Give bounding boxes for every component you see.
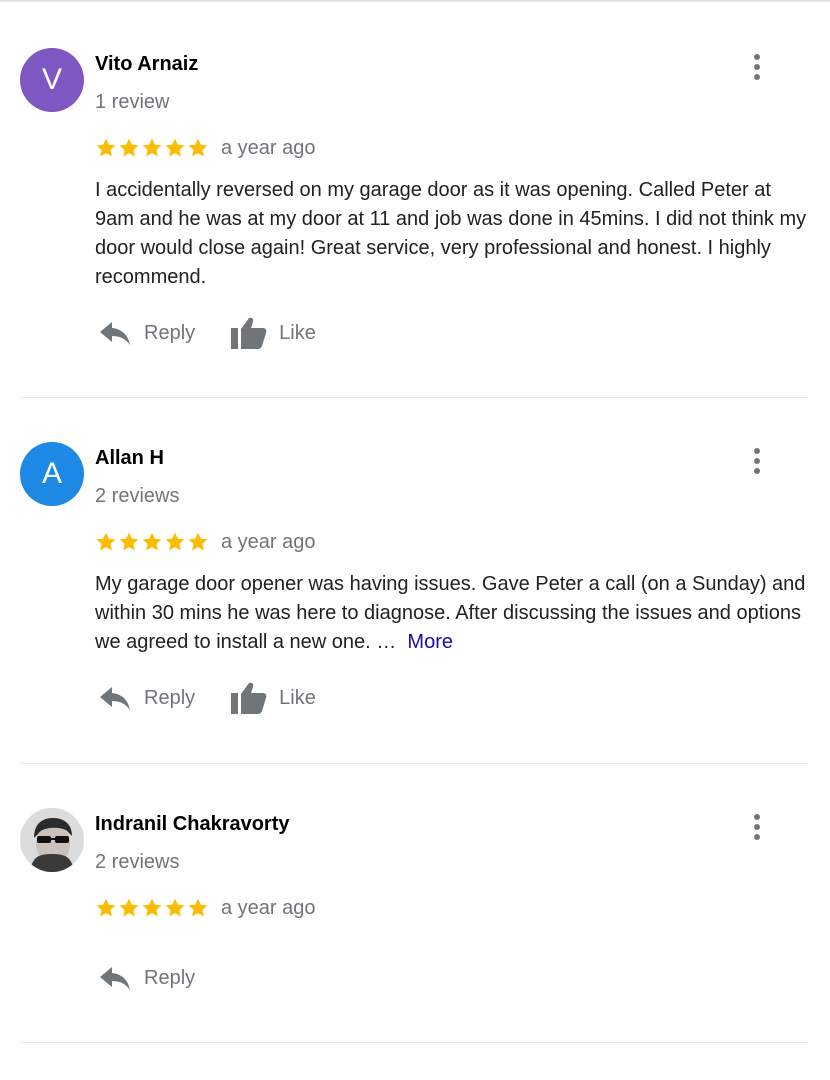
- top-shadow: [0, 0, 830, 3]
- star-icon: [188, 138, 208, 157]
- thumb-up-icon: [231, 682, 267, 714]
- reply-label: Reply: [144, 686, 196, 709]
- thumb-up-icon: [231, 317, 267, 349]
- reviewer-name[interactable]: Allan H: [95, 447, 164, 470]
- review-actions: Reply Like: [98, 678, 352, 718]
- reviewer-name[interactable]: Indranil Chakravorty: [95, 813, 290, 836]
- reply-icon: [100, 322, 130, 345]
- star-icon: [188, 898, 208, 917]
- star-icon: [119, 138, 139, 157]
- star-icon: [96, 138, 116, 157]
- star-icon: [188, 532, 208, 551]
- star-icon: [96, 532, 116, 551]
- star-rating: [95, 531, 210, 553]
- more-vert-icon[interactable]: [744, 448, 770, 478]
- avatar-letter: A: [41, 457, 62, 490]
- reply-button[interactable]: Reply: [98, 684, 195, 712]
- star-icon: [165, 532, 185, 551]
- review-text: My garage door opener was having issues.…: [95, 570, 807, 657]
- review-actions: Reply Like: [98, 313, 352, 353]
- divider: [20, 1042, 808, 1043]
- review-time: a year ago: [221, 896, 316, 919]
- like-label: Like: [279, 321, 316, 344]
- review-actions: Reply: [98, 958, 231, 998]
- star-icon: [165, 898, 185, 917]
- star-rating: [95, 137, 210, 159]
- more-vert-icon[interactable]: [744, 814, 770, 844]
- more-vert-icon[interactable]: [744, 54, 770, 84]
- star-icon: [119, 532, 139, 551]
- rating-row: a year ago: [95, 529, 316, 555]
- like-label: Like: [279, 686, 316, 709]
- reviewer-name[interactable]: Vito Arnaiz: [95, 53, 198, 76]
- avatar[interactable]: V: [20, 48, 84, 112]
- review-card: Indranil Chakravorty 2 reviews a year ag…: [0, 808, 830, 1028]
- reply-label: Reply: [144, 966, 196, 989]
- review-text: I accidentally reversed on my garage doo…: [95, 179, 807, 288]
- like-button[interactable]: Like: [231, 681, 316, 715]
- rating-row: a year ago: [95, 895, 316, 921]
- reply-button[interactable]: Reply: [98, 964, 195, 992]
- star-icon: [142, 532, 162, 551]
- review-count: 2 reviews: [95, 485, 180, 507]
- star-icon: [142, 898, 162, 917]
- like-button[interactable]: Like: [231, 316, 316, 350]
- review-count: 1 review: [95, 91, 170, 113]
- star-rating: [95, 897, 210, 919]
- divider: [20, 763, 808, 764]
- avatar-letter: V: [41, 63, 62, 96]
- reply-button[interactable]: Reply: [98, 319, 195, 347]
- reply-icon: [100, 687, 130, 710]
- review-card: A Allan H 2 reviews a year ago My garage…: [0, 442, 830, 722]
- review-card: V Vito Arnaiz 1 review a year ago I acci…: [0, 48, 830, 349]
- review-time: a year ago: [221, 136, 316, 159]
- star-icon: [119, 898, 139, 917]
- review-time: a year ago: [221, 530, 316, 553]
- more-link[interactable]: More: [407, 631, 453, 653]
- divider: [20, 397, 808, 398]
- star-icon: [142, 138, 162, 157]
- rating-row: a year ago: [95, 135, 316, 161]
- avatar[interactable]: [20, 808, 84, 872]
- review-count: 2 reviews: [95, 851, 180, 873]
- avatar[interactable]: A: [20, 442, 84, 506]
- star-icon: [96, 898, 116, 917]
- reply-label: Reply: [144, 321, 196, 344]
- star-icon: [165, 138, 185, 157]
- reply-icon: [100, 967, 130, 990]
- profile-photo-icon: [20, 808, 84, 872]
